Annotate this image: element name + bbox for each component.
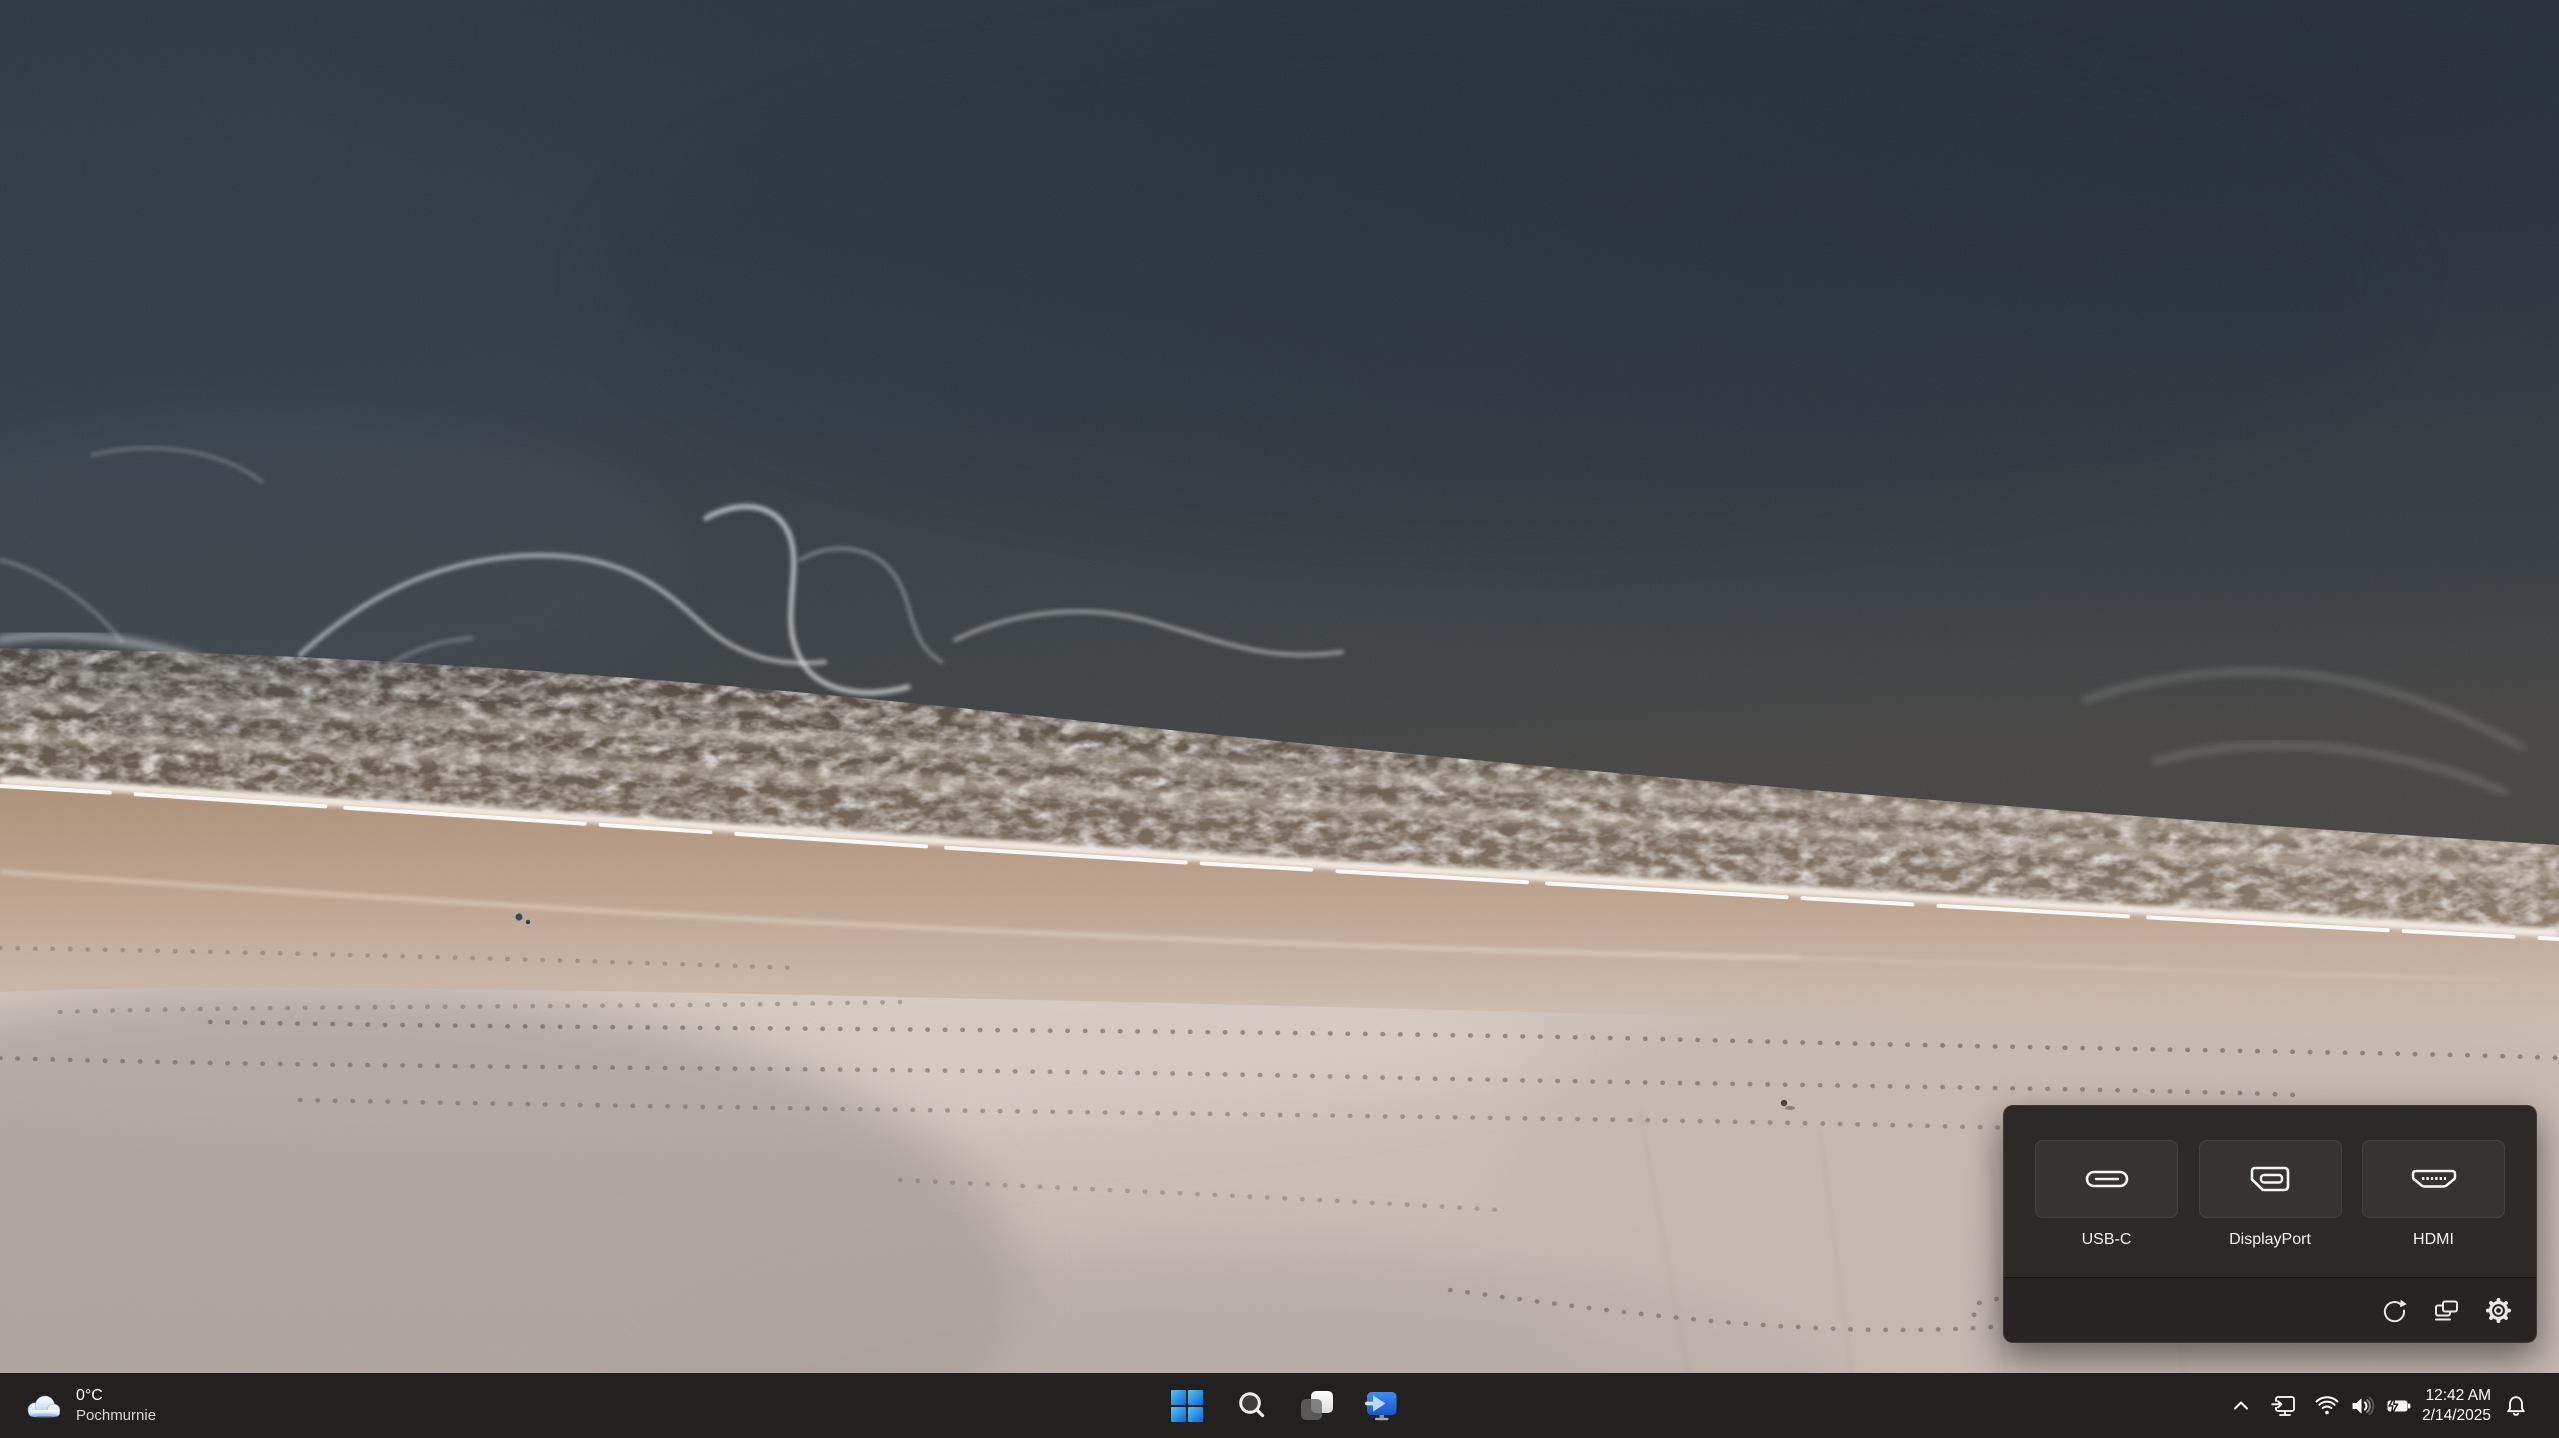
wifi-button[interactable]	[2310, 1384, 2344, 1428]
volume-button[interactable]	[2346, 1384, 2380, 1428]
battery-button[interactable]	[2382, 1384, 2416, 1428]
bell-icon	[2504, 1394, 2528, 1418]
project-display-icon	[2433, 1297, 2460, 1324]
start-button[interactable]	[1163, 1382, 1211, 1430]
time-label: 12:42 AM	[2422, 1386, 2491, 1406]
refresh-button[interactable]	[2376, 1292, 2412, 1328]
remote-desktop-icon	[1365, 1390, 1399, 1422]
remote-session-button[interactable]	[2266, 1384, 2300, 1428]
display-input-flyout: USB-C DisplayPort HDMI	[2003, 1105, 2537, 1343]
port-label: USB-C	[2082, 1231, 2132, 1249]
chevron-up-icon	[2231, 1396, 2251, 1416]
wifi-icon	[2315, 1395, 2339, 1417]
condition-label: Pochmurnie	[76, 1406, 156, 1426]
project-button[interactable]	[2428, 1292, 2464, 1328]
port-hdmi: HDMI	[2362, 1140, 2505, 1249]
clock[interactable]: 12:42 AM 2/14/2025	[2422, 1386, 2491, 1425]
gear-icon	[2485, 1297, 2512, 1324]
port-usb-c: USB-C	[2035, 1140, 2178, 1249]
battery-charging-icon	[2386, 1395, 2412, 1417]
usb-c-port-icon	[2083, 1164, 2131, 1194]
search-button[interactable]	[1228, 1382, 1276, 1430]
windows-logo-icon	[1170, 1389, 1204, 1423]
temperature-label: 0°C	[76, 1385, 156, 1406]
task-view-button[interactable]	[1293, 1382, 1341, 1430]
settings-button[interactable]	[2480, 1292, 2516, 1328]
hdmi-button[interactable]	[2362, 1140, 2505, 1218]
port-label: DisplayPort	[2229, 1231, 2311, 1249]
notifications-button[interactable]	[2499, 1384, 2533, 1428]
port-list: USB-C DisplayPort HDMI	[2035, 1140, 2505, 1249]
displayport-port-icon	[2246, 1164, 2294, 1194]
date-label: 2/14/2025	[2422, 1406, 2491, 1426]
system-tray: 12:42 AM 2/14/2025	[2226, 1373, 2559, 1438]
refresh-icon	[2381, 1297, 2408, 1324]
remote-desktop-button[interactable]	[1358, 1382, 1406, 1430]
displayport-button[interactable]	[2199, 1140, 2342, 1218]
usb-c-button[interactable]	[2035, 1140, 2178, 1218]
flyout-action-bar	[2004, 1277, 2536, 1342]
hidden-icons-button[interactable]	[2226, 1384, 2256, 1428]
weather-widget[interactable]: 0°C Pochmurnie	[10, 1373, 168, 1438]
port-label: HDMI	[2413, 1231, 2454, 1249]
taskbar-center	[1163, 1373, 1406, 1438]
task-view-icon	[1300, 1390, 1334, 1422]
cloudy-icon	[22, 1391, 64, 1421]
remote-session-icon	[2270, 1394, 2297, 1418]
hdmi-port-icon	[2410, 1164, 2458, 1194]
taskbar: 0°C Pochmurnie	[0, 1373, 2559, 1438]
volume-icon	[2350, 1394, 2376, 1418]
search-icon	[1236, 1390, 1268, 1422]
port-displayport: DisplayPort	[2199, 1140, 2342, 1249]
